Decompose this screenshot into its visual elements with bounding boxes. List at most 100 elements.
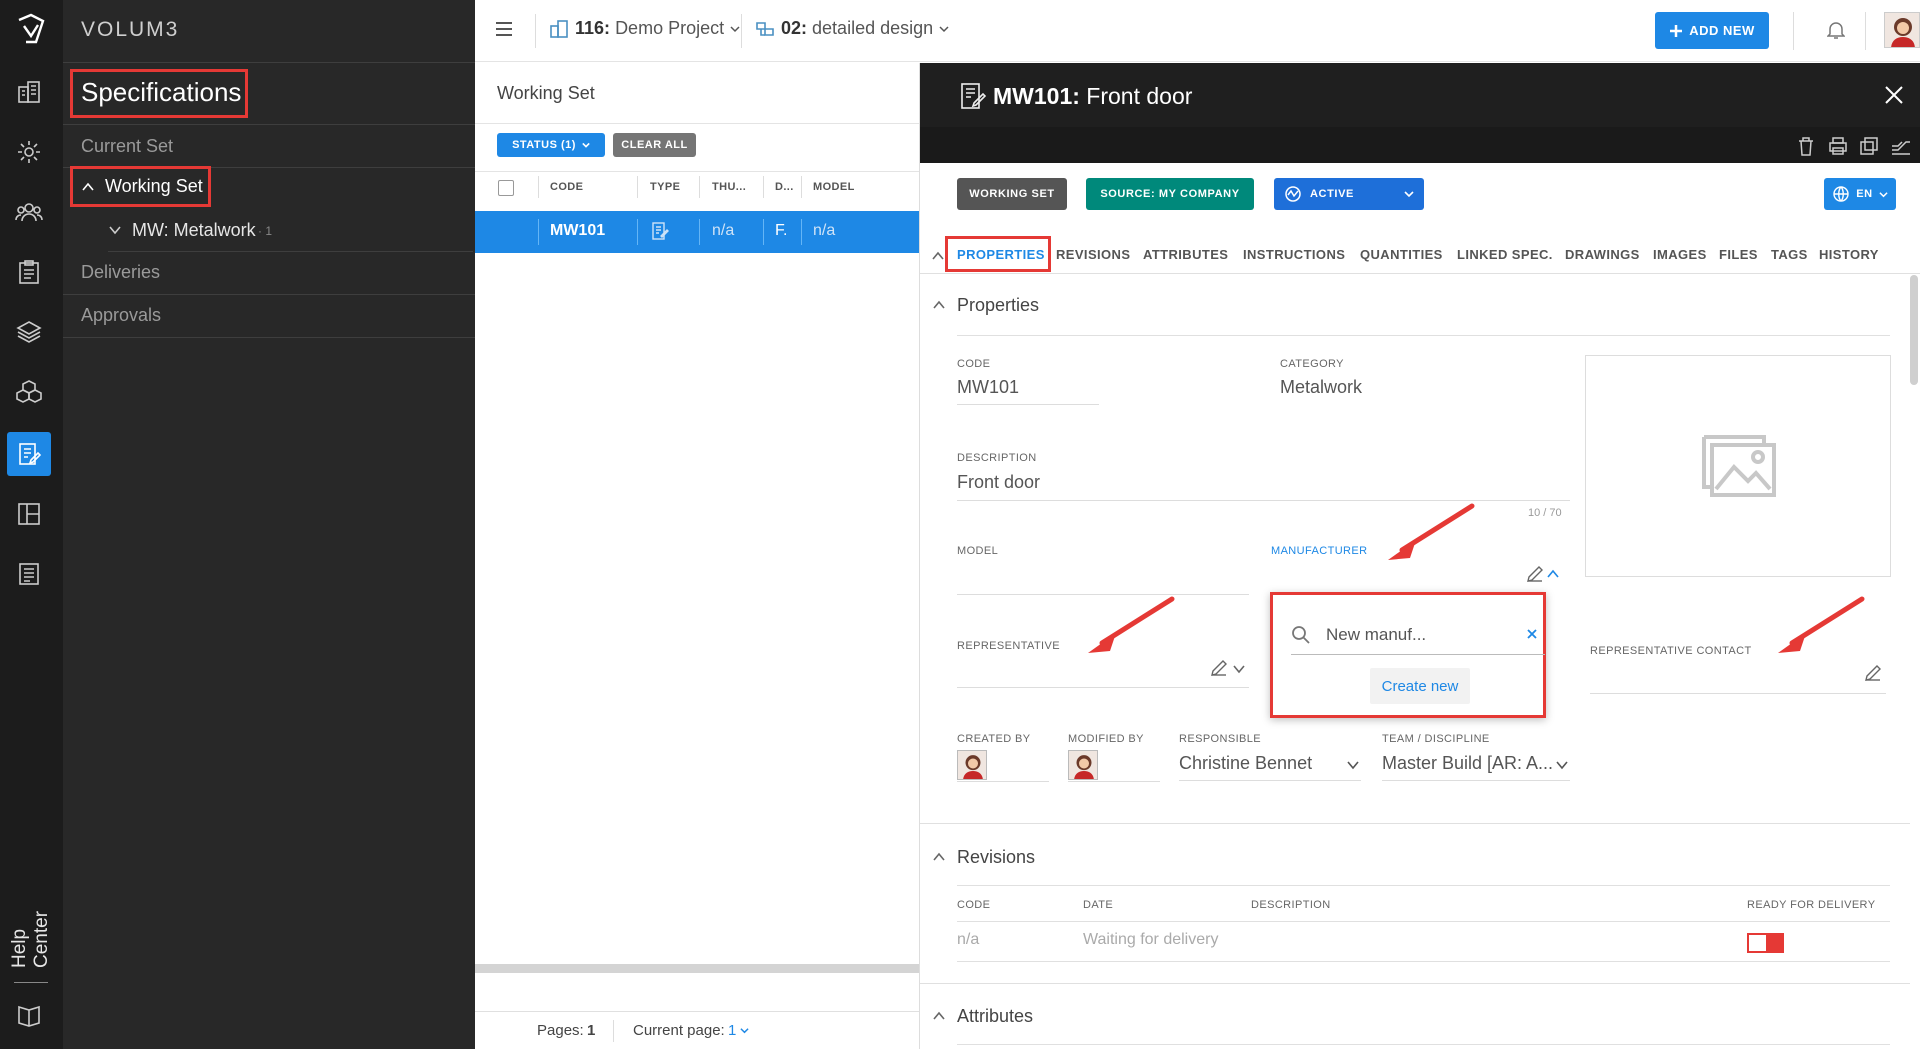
search-icon bbox=[1291, 625, 1311, 645]
representative-label: REPRESENTATIVE bbox=[957, 640, 1060, 652]
ready-for-delivery-toggle[interactable] bbox=[1747, 933, 1784, 953]
team-icon[interactable] bbox=[7, 190, 51, 234]
representative-field[interactable] bbox=[957, 687, 1249, 688]
revision-date: Waiting for delivery bbox=[1083, 931, 1219, 948]
working-set-tag: WORKING SET bbox=[957, 178, 1067, 210]
item-count: · 1 bbox=[258, 224, 273, 238]
phase-icon bbox=[756, 21, 774, 36]
divider bbox=[957, 961, 1890, 962]
column-header-type[interactable]: TYPE bbox=[650, 181, 680, 193]
annotation-arrow bbox=[1778, 596, 1865, 653]
clipboard-icon[interactable] bbox=[7, 250, 51, 294]
pencil-icon[interactable] bbox=[1526, 565, 1544, 583]
avatar[interactable] bbox=[1884, 12, 1920, 48]
cubes-icon[interactable] bbox=[7, 370, 51, 414]
current-page-select[interactable]: 1 bbox=[728, 1022, 749, 1039]
sidebar-item-current-set[interactable]: Current Set bbox=[81, 136, 173, 157]
report-icon[interactable] bbox=[7, 552, 51, 596]
tab-drawings[interactable]: DRAWINGS bbox=[1565, 247, 1640, 262]
share-icon[interactable] bbox=[1890, 136, 1912, 156]
bell-icon[interactable] bbox=[1827, 20, 1845, 40]
language-select[interactable]: EN bbox=[1824, 178, 1896, 210]
help-book-icon[interactable] bbox=[7, 993, 51, 1037]
chevron-down-icon bbox=[109, 226, 121, 235]
tab-history[interactable]: HISTORY bbox=[1819, 247, 1879, 262]
specifications-icon[interactable] bbox=[7, 432, 51, 476]
buildings-icon[interactable] bbox=[7, 70, 51, 114]
hamburger-menu-icon[interactable] bbox=[495, 20, 513, 38]
trash-icon[interactable] bbox=[1797, 136, 1815, 156]
sidebar-item-metalwork[interactable]: MW: Metalwork · 1 bbox=[108, 218, 506, 252]
project-selector[interactable]: 116: Demo Project bbox=[549, 18, 740, 39]
clear-all-button[interactable]: CLEAR ALL bbox=[613, 133, 696, 157]
specification-icon bbox=[958, 81, 988, 111]
phase-selector[interactable]: 02: detailed design bbox=[755, 18, 949, 39]
duplicate-icon[interactable] bbox=[1859, 136, 1879, 156]
category-label: CATEGORY bbox=[1280, 358, 1344, 370]
detail-header: MW101: Front door bbox=[920, 63, 1920, 163]
column-header-d[interactable]: D... bbox=[775, 181, 794, 193]
layout-icon[interactable] bbox=[7, 492, 51, 536]
responsible-select[interactable]: Christine Bennet bbox=[1179, 753, 1361, 781]
responsible-value: Christine Bennet bbox=[1179, 753, 1313, 773]
settings-gear-icon[interactable] bbox=[7, 130, 51, 174]
tab-files[interactable]: FILES bbox=[1719, 247, 1758, 262]
divider bbox=[920, 823, 1910, 824]
detail-panel: MW101: Front door WORKING SET SOURCE: MY… bbox=[920, 63, 1920, 1049]
pages-value: 1 bbox=[587, 1022, 596, 1039]
tab-linked-spec[interactable]: LINKED SPEC. bbox=[1457, 247, 1553, 262]
image-placeholder[interactable] bbox=[1585, 355, 1891, 577]
tab-images[interactable]: IMAGES bbox=[1653, 247, 1707, 262]
add-new-button[interactable]: ADD NEW bbox=[1655, 12, 1769, 49]
status-value: ACTIVE bbox=[1310, 188, 1354, 200]
sidebar-item-label: MW: Metalwork bbox=[132, 220, 256, 240]
pencil-icon[interactable] bbox=[1864, 664, 1882, 682]
pencil-icon[interactable] bbox=[1210, 659, 1228, 677]
model-label: MODEL bbox=[957, 545, 999, 557]
help-center-link[interactable]: Help Center bbox=[9, 868, 52, 968]
chevron-up-icon[interactable] bbox=[932, 850, 946, 864]
chevron-up-icon[interactable] bbox=[932, 250, 944, 262]
sidebar-item-approvals[interactable]: Approvals bbox=[81, 305, 161, 326]
layers-icon[interactable] bbox=[7, 310, 51, 354]
tab-quantities[interactable]: QUANTITIES bbox=[1360, 247, 1443, 262]
sidebar-item-working-set[interactable]: Working Set bbox=[81, 176, 203, 197]
status-select[interactable]: ACTIVE bbox=[1274, 178, 1424, 210]
revision-code: n/a bbox=[957, 931, 980, 948]
select-all-checkbox[interactable] bbox=[498, 180, 514, 196]
row-thumb: n/a bbox=[712, 222, 735, 239]
column-header-model[interactable]: MODEL bbox=[813, 181, 855, 193]
chevron-down-icon[interactable] bbox=[1233, 663, 1245, 675]
chevron-down-icon bbox=[582, 142, 590, 148]
manufacturer-search-input[interactable]: New manuf... bbox=[1326, 625, 1426, 645]
print-icon[interactable] bbox=[1828, 136, 1848, 156]
table-row[interactable]: MW101 n/a F. n/a bbox=[475, 211, 919, 253]
source-tag: SOURCE: MY COMPANY bbox=[1086, 178, 1254, 210]
tab-tags[interactable]: TAGS bbox=[1771, 247, 1808, 262]
column-header-code[interactable]: CODE bbox=[550, 181, 583, 193]
horizontal-scrollbar[interactable] bbox=[475, 964, 919, 973]
description-value[interactable]: Front door bbox=[957, 472, 1040, 493]
sidebar-item-deliveries[interactable]: Deliveries bbox=[81, 262, 160, 283]
column-header-thumb[interactable]: THU... bbox=[712, 181, 746, 193]
chevron-up-icon[interactable] bbox=[932, 1009, 946, 1023]
vertical-scrollbar[interactable] bbox=[1910, 275, 1918, 385]
tab-properties[interactable]: PROPERTIES bbox=[957, 247, 1045, 262]
tab-instructions[interactable]: INSTRUCTIONS bbox=[1243, 247, 1345, 262]
chevron-up-icon[interactable] bbox=[1547, 568, 1559, 580]
revisions-column-description: DESCRIPTION bbox=[1251, 899, 1331, 911]
create-new-button[interactable]: Create new bbox=[1370, 668, 1470, 704]
tab-revisions[interactable]: REVISIONS bbox=[1056, 247, 1130, 262]
status-filter-chip[interactable]: STATUS (1) bbox=[497, 133, 605, 157]
chevron-up-icon[interactable] bbox=[932, 298, 946, 312]
row-code: MW101 bbox=[550, 222, 606, 239]
tab-attributes[interactable]: ATTRIBUTES bbox=[1143, 247, 1228, 262]
status-chip-label: STATUS (1) bbox=[512, 139, 576, 151]
close-icon[interactable] bbox=[1884, 85, 1904, 105]
representative-contact-field[interactable] bbox=[1590, 693, 1886, 694]
char-count: 10 / 70 bbox=[1528, 507, 1562, 519]
team-discipline-select[interactable]: Master Build [AR: A... bbox=[1382, 753, 1570, 781]
clear-search-icon[interactable] bbox=[1526, 628, 1538, 640]
app-logo-icon[interactable] bbox=[14, 12, 48, 46]
globe-icon bbox=[1833, 186, 1849, 202]
